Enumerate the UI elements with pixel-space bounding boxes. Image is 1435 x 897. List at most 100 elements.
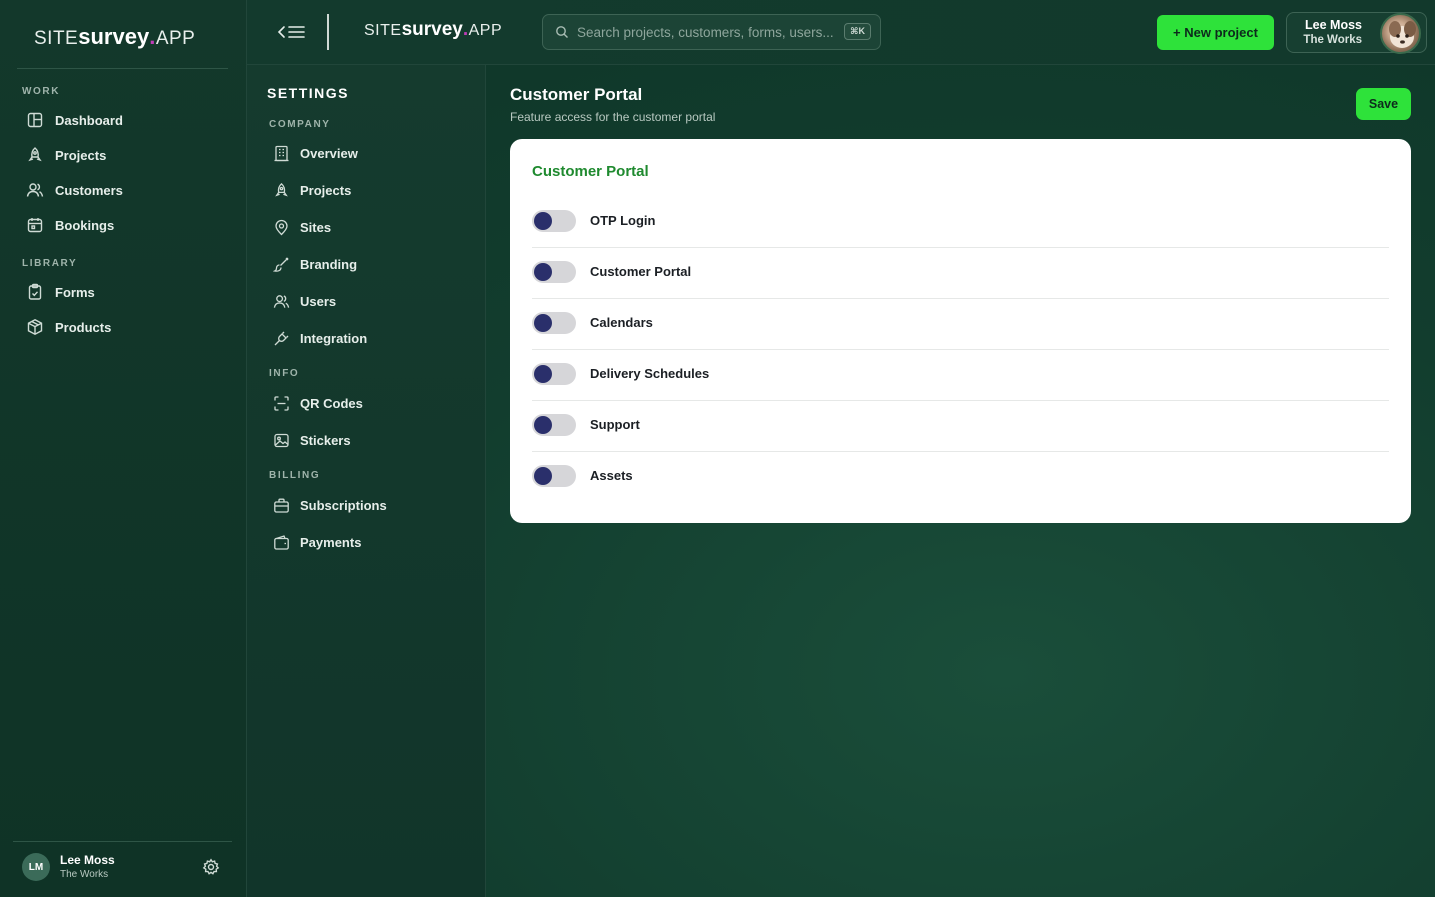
settings-section-billing: BILLING: [269, 470, 321, 481]
toggle-knob: [534, 416, 552, 434]
toggle-label: Assets: [590, 468, 633, 483]
settings-item-branding[interactable]: Branding: [273, 252, 357, 276]
settings-item-users[interactable]: Users: [273, 289, 336, 313]
delivery-schedules-toggle[interactable]: [532, 363, 576, 385]
sidebar-item-projects[interactable]: Projects: [26, 142, 106, 168]
sidebar-item-dashboard[interactable]: Dashboard: [26, 107, 123, 133]
settings-item-label: Users: [300, 293, 337, 309]
settings-item-label: Sites: [300, 219, 332, 235]
sidebar-item-products[interactable]: Products: [26, 314, 111, 340]
customer-portal-card: Customer Portal OTP Login Customer Porta…: [510, 139, 1411, 523]
sidebar-item-label: Dashboard: [55, 112, 123, 128]
settings-item-label: Subscriptions: [300, 497, 387, 513]
settings-item-label: QR Codes: [300, 395, 363, 411]
rocket-icon: [273, 182, 290, 199]
sidebar-section-work: WORK: [22, 86, 61, 97]
settings-item-projects[interactable]: Projects: [273, 178, 351, 202]
toggle-row-customer-portal: Customer Portal: [532, 248, 1389, 299]
settings-item-label: Stickers: [300, 432, 351, 448]
logo-prefix: SITE: [364, 22, 402, 39]
settings-item-overview[interactable]: Overview: [273, 141, 358, 165]
toggle-knob: [534, 467, 552, 485]
box-icon: [26, 318, 44, 336]
sidebar-item-forms[interactable]: Forms: [26, 279, 95, 305]
logo-prefix: SITE: [34, 28, 79, 49]
avatar: LM: [22, 853, 50, 881]
search-box[interactable]: ⌘K: [542, 14, 881, 50]
users-icon: [26, 181, 44, 199]
sidebar-item-bookings[interactable]: Bookings: [26, 212, 114, 238]
customer-portal-toggle[interactable]: [532, 261, 576, 283]
scan-icon: [273, 395, 290, 412]
settings-item-payments[interactable]: Payments: [273, 530, 361, 554]
settings-item-label: Integration: [300, 330, 368, 346]
map-pin-icon: [273, 219, 290, 236]
toggle-label: Calendars: [590, 315, 653, 330]
sidebar-item-customers[interactable]: Customers: [26, 177, 123, 203]
settings-item-integration[interactable]: Integration: [273, 326, 367, 350]
settings-item-subscriptions[interactable]: Subscriptions: [273, 493, 387, 517]
settings-section-company: COMPANY: [269, 119, 331, 130]
settings-title: SETTINGS: [267, 85, 350, 101]
settings-item-label: Branding: [300, 256, 358, 272]
sidebar-item-label: Bookings: [55, 217, 115, 233]
settings-item-label: Overview: [300, 145, 358, 161]
toggle-row-support: Support: [532, 401, 1389, 452]
settings-item-stickers[interactable]: Stickers: [273, 428, 351, 452]
search-input[interactable]: [577, 24, 839, 40]
avatar: [1380, 13, 1421, 54]
toggle-knob: [534, 314, 552, 332]
wallet-icon: [273, 534, 290, 551]
rocket-icon: [26, 146, 44, 164]
toggle-label: OTP Login: [590, 213, 656, 228]
toggle-label: Delivery Schedules: [590, 366, 710, 381]
user-org: The Works: [1303, 34, 1362, 46]
logo-suffix: APP: [155, 28, 196, 49]
calendars-toggle[interactable]: [532, 312, 576, 334]
toggle-row-assets: Assets: [532, 452, 1389, 503]
sidebar-user-profile[interactable]: LM Lee Moss The Works: [13, 841, 232, 897]
sidebar-logo[interactable]: SITE survey . APP: [34, 24, 195, 54]
calendar-icon: [26, 216, 44, 234]
toggle-row-calendars: Calendars: [532, 299, 1389, 350]
settings-section-info: INFO: [269, 368, 300, 379]
toggle-knob: [534, 212, 552, 230]
topbar-logo[interactable]: SITE survey . APP: [364, 19, 502, 49]
otp-login-toggle[interactable]: [532, 210, 576, 232]
sidebar-item-label: Products: [55, 319, 112, 335]
settings-item-label: Projects: [300, 182, 352, 198]
new-project-button[interactable]: + New project: [1157, 15, 1274, 50]
sidebar-section-library: LIBRARY: [22, 258, 78, 269]
toggle-knob: [534, 365, 552, 383]
briefcase-icon: [273, 497, 290, 514]
assets-toggle[interactable]: [532, 465, 576, 487]
building-icon: [273, 145, 290, 162]
card-title: Customer Portal: [532, 163, 649, 180]
save-button[interactable]: Save: [1356, 88, 1411, 120]
support-toggle[interactable]: [532, 414, 576, 436]
gear-icon[interactable]: [202, 858, 220, 876]
logo-mid: survey: [78, 24, 150, 49]
page-title: Customer Portal: [510, 85, 643, 104]
toggle-label: Support: [590, 417, 640, 432]
topbar-divider: [327, 14, 329, 50]
brush-icon: [273, 256, 290, 273]
settings-item-sites[interactable]: Sites: [273, 215, 331, 239]
toggle-knob: [534, 263, 552, 281]
user-name: Lee Moss: [60, 853, 115, 867]
settings-item-qr-codes[interactable]: QR Codes: [273, 391, 363, 415]
main-sidebar: SITE survey . APP WORK Dashboard Project…: [0, 0, 247, 897]
settings-nav: SETTINGS COMPANY Overview Projects Sites…: [247, 65, 486, 897]
sidebar-item-label: Projects: [55, 147, 107, 163]
sidebar-item-label: Forms: [55, 284, 95, 300]
users-icon: [273, 293, 290, 310]
search-icon: [555, 25, 569, 39]
app-root: SITE survey . APP WORK Dashboard Project…: [0, 0, 1435, 897]
settings-item-label: Payments: [300, 534, 362, 550]
user-name: Lee Moss: [1305, 18, 1362, 32]
user-menu[interactable]: Lee Moss The Works: [1286, 12, 1427, 54]
top-bar: SITE survey . APP ⌘K + New project Lee M…: [247, 0, 1435, 65]
clipboard-icon: [26, 283, 44, 301]
collapse-sidebar-icon[interactable]: [277, 20, 307, 44]
image-icon: [273, 432, 290, 449]
